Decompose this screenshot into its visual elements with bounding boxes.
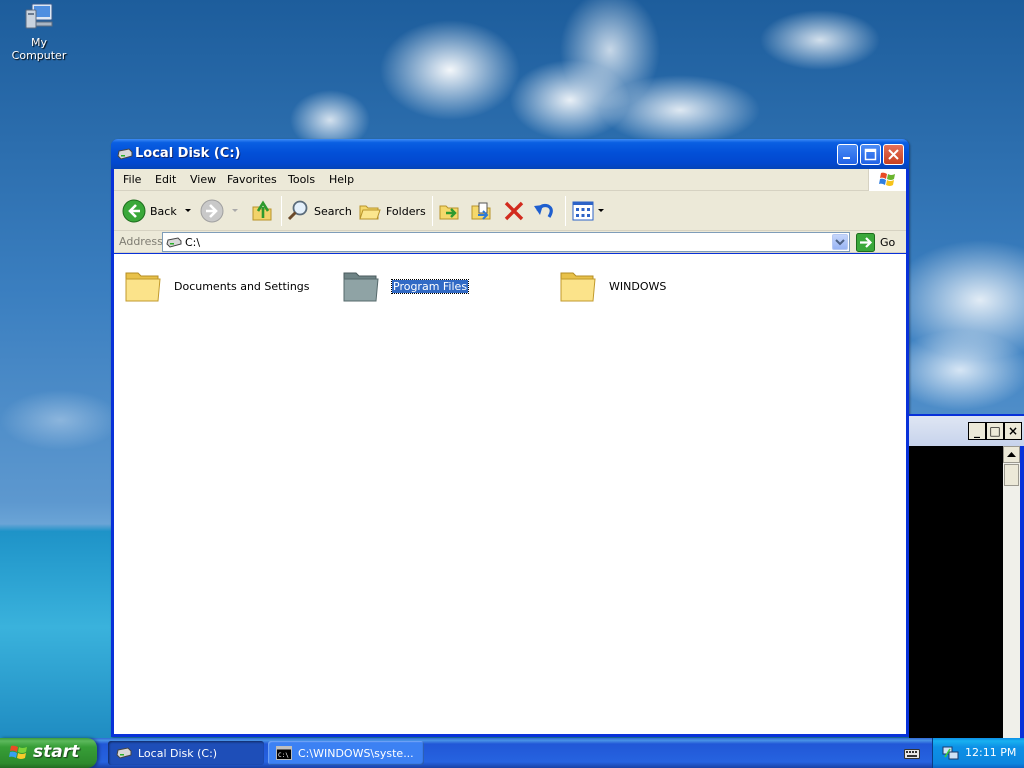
- scroll-up-button[interactable]: [1003, 446, 1020, 463]
- folder-item-windows[interactable]: WINDOWS: [559, 266, 666, 306]
- up-folder-icon: [252, 200, 272, 221]
- back-label: Back: [150, 204, 177, 218]
- console-minimize-button[interactable]: _: [968, 422, 986, 440]
- clock[interactable]: 12:11 PM: [965, 746, 1016, 759]
- search-button[interactable]: Search: [286, 197, 352, 225]
- menu-tools[interactable]: Tools: [288, 173, 315, 186]
- maximize-icon: [864, 148, 877, 161]
- taskbar-item-local-disk[interactable]: Local Disk (C:): [108, 741, 264, 765]
- folders-icon: [359, 205, 381, 220]
- console-title-bar[interactable]: _ □ ×: [909, 416, 1024, 446]
- chevron-down-icon: [598, 209, 604, 212]
- taskbar: start Local Disk (C:) C:\ C:\WINDOWS\sys…: [0, 738, 1024, 768]
- folder-icon: [560, 272, 596, 302]
- back-arrow-icon: [122, 199, 146, 223]
- taskbar-item-label: Local Disk (C:): [138, 746, 218, 760]
- console-close-button[interactable]: ×: [1004, 422, 1022, 440]
- my-computer-icon: [22, 2, 56, 34]
- folders-button[interactable]: Folders: [358, 197, 426, 225]
- views-button[interactable]: [571, 197, 605, 225]
- maximize-button[interactable]: [860, 144, 881, 165]
- go-arrow-icon: [856, 232, 875, 252]
- network-icon[interactable]: [942, 745, 960, 764]
- folder-item-documents-and-settings[interactable]: Documents and Settings: [124, 266, 310, 306]
- desktop-icon-my-computer[interactable]: My Computer: [4, 2, 74, 62]
- standard-toolbar: Back Search Folders: [114, 191, 906, 231]
- drive-icon: [166, 237, 182, 251]
- taskbar-item-command-prompt[interactable]: C:\ C:\WINDOWS\syste...: [268, 741, 424, 765]
- address-bar: Address C:\ Go: [114, 231, 906, 253]
- copy-to-folder-icon: [471, 202, 491, 220]
- menu-help[interactable]: Help: [329, 173, 354, 186]
- chevron-down-icon: [232, 209, 238, 212]
- menu-edit[interactable]: Edit: [155, 173, 176, 186]
- address-value: C:\: [185, 236, 201, 249]
- delete-button[interactable]: [502, 197, 526, 225]
- copy-to-button[interactable]: [470, 197, 494, 225]
- system-tray: 12:11 PM: [932, 738, 1024, 768]
- chevron-down-icon: [184, 209, 191, 212]
- svg-text:C:\: C:\: [278, 752, 289, 759]
- folder-name: WINDOWS: [609, 279, 667, 293]
- window-title: Local Disk (C:): [135, 146, 241, 161]
- folder-icon: [125, 272, 161, 302]
- search-label: Search: [314, 204, 352, 218]
- explorer-window[interactable]: Local Disk (C:) File Edit View Favorites…: [111, 139, 909, 737]
- command-prompt-icon: C:\: [276, 746, 292, 760]
- close-button[interactable]: [883, 144, 904, 165]
- address-dropdown-button[interactable]: [832, 234, 848, 250]
- close-icon: [888, 149, 899, 160]
- folder-icon: [343, 272, 379, 302]
- search-icon: [287, 200, 308, 221]
- menu-favorites[interactable]: Favorites: [227, 173, 277, 186]
- folder-view[interactable]: Documents and Settings Program Files WIN…: [114, 254, 906, 734]
- console-output[interactable]: [909, 446, 1003, 738]
- keyboard-language-icon[interactable]: [904, 746, 920, 763]
- menu-file[interactable]: File: [123, 173, 141, 186]
- console-window[interactable]: _ □ ×: [909, 414, 1024, 738]
- chevron-up-icon: [1007, 452, 1016, 457]
- minimize-button[interactable]: [837, 144, 858, 165]
- folder-name-selected: Program Files: [390, 278, 470, 294]
- console-scrollbar[interactable]: [1003, 446, 1020, 738]
- go-label: Go: [880, 235, 896, 249]
- forward-arrow-icon: [200, 199, 224, 223]
- views-icon: [572, 201, 594, 221]
- move-to-folder-icon: [439, 205, 459, 220]
- undo-icon: [534, 203, 553, 218]
- chevron-down-icon: [835, 239, 845, 246]
- start-label: start: [33, 742, 80, 762]
- folder-item-program-files[interactable]: Program Files: [342, 266, 470, 306]
- folders-label: Folders: [386, 204, 426, 218]
- explorer-title-bar[interactable]: Local Disk (C:): [111, 139, 909, 169]
- address-input[interactable]: C:\: [162, 232, 850, 252]
- scroll-thumb[interactable]: [1004, 464, 1019, 486]
- back-button[interactable]: Back: [122, 197, 193, 225]
- drive-icon: [117, 148, 133, 160]
- address-label: Address: [119, 235, 163, 248]
- delete-icon: [504, 201, 524, 221]
- taskbar-item-label: C:\WINDOWS\syste...: [298, 746, 414, 760]
- start-button[interactable]: start: [0, 738, 97, 768]
- desktop-icon-label: My Computer: [11, 36, 67, 62]
- console-maximize-button[interactable]: □: [986, 422, 1004, 440]
- folder-name: Documents and Settings: [174, 279, 310, 293]
- minimize-icon: [843, 157, 850, 159]
- windows-flag-icon: [9, 744, 29, 765]
- forward-button[interactable]: [200, 197, 240, 225]
- move-to-button[interactable]: [438, 197, 462, 225]
- windows-logo-icon: [868, 169, 906, 191]
- go-button[interactable]: Go: [856, 232, 895, 252]
- menu-view[interactable]: View: [190, 173, 216, 186]
- drive-icon: [116, 747, 132, 759]
- up-folder-button[interactable]: [250, 197, 274, 225]
- undo-button[interactable]: [532, 197, 556, 225]
- menu-bar: File Edit View Favorites Tools Help: [114, 169, 906, 191]
